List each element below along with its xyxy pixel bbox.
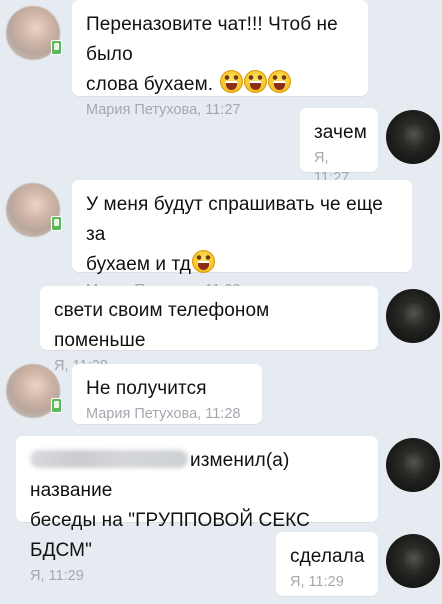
avatar[interactable]	[386, 110, 440, 164]
message-bubble[interactable]: Переназовите чат!!! Чтоб не было слова б…	[72, 0, 368, 118]
laughing-emoji-icon	[219, 70, 243, 93]
message-bubble[interactable]: сделала Я, 11:29	[276, 532, 378, 596]
mobile-icon	[51, 40, 62, 55]
message-meta: Я, 11:29	[290, 574, 344, 590]
message-text: слова бухаем.	[86, 70, 354, 100]
message-bubble[interactable]: Не получится Мария Петухова, 11:28	[72, 364, 262, 424]
message-text: Не получится	[86, 378, 207, 399]
laughing-emoji-icon	[243, 70, 267, 93]
message-bubble[interactable]: изменил(а) название беседы на "ГРУППОВОЙ…	[16, 436, 378, 584]
message-text: зачем	[314, 122, 367, 143]
message-text: бухаем и тд	[86, 250, 398, 280]
message-meta: Мария Петухова, 11:28	[86, 406, 241, 422]
avatar[interactable]	[386, 289, 440, 343]
message-bubble[interactable]: зачем Я, 11:27	[300, 108, 378, 186]
laughing-emoji-icon	[191, 250, 215, 273]
message-text: сделала	[290, 546, 365, 567]
avatar[interactable]	[386, 438, 440, 492]
message-text: свети своим телефоном поменьше	[54, 300, 270, 351]
redacted-name	[30, 450, 188, 468]
mobile-icon	[51, 216, 62, 231]
mobile-icon	[51, 398, 62, 413]
avatar[interactable]	[386, 534, 440, 588]
message-text: У меня будут спрашивать че еще за	[86, 194, 383, 245]
laughing-emoji-icon	[267, 70, 291, 93]
message-text: изменил(а) название	[30, 450, 290, 501]
message-bubble[interactable]: У меня будут спрашивать че еще за бухаем…	[72, 180, 412, 298]
message-bubble[interactable]: свети своим телефоном поменьше Я, 11:28	[40, 286, 378, 374]
message-text: Переназовите чат!!! Чтоб не было	[86, 14, 338, 65]
